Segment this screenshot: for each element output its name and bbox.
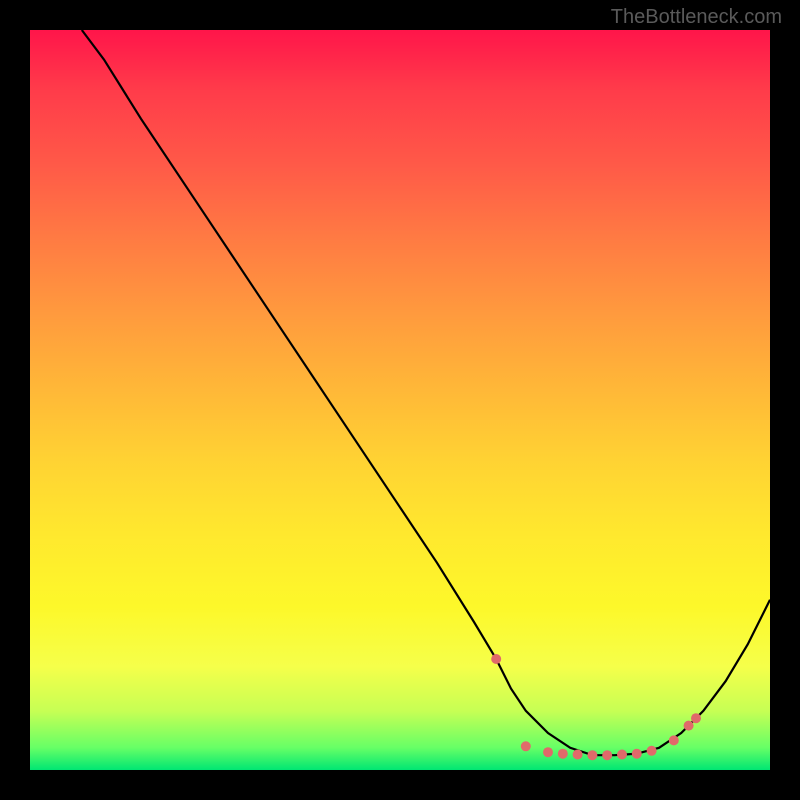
- curve-marker: [587, 750, 597, 760]
- curve-marker: [558, 749, 568, 759]
- curve-marker: [573, 750, 583, 760]
- curve-marker: [602, 750, 612, 760]
- curve-marker: [617, 750, 627, 760]
- curve-marker: [491, 654, 501, 664]
- curve-line: [82, 30, 770, 755]
- curve-marker: [669, 735, 679, 745]
- chart-plot-area: [30, 30, 770, 770]
- curve-marker: [521, 741, 531, 751]
- chart-svg: [30, 30, 770, 770]
- curve-marker: [543, 747, 553, 757]
- curve-marker: [684, 721, 694, 731]
- curve-marker: [632, 749, 642, 759]
- watermark-text: TheBottleneck.com: [611, 6, 782, 29]
- curve-marker: [647, 746, 657, 756]
- curve-marker: [691, 713, 701, 723]
